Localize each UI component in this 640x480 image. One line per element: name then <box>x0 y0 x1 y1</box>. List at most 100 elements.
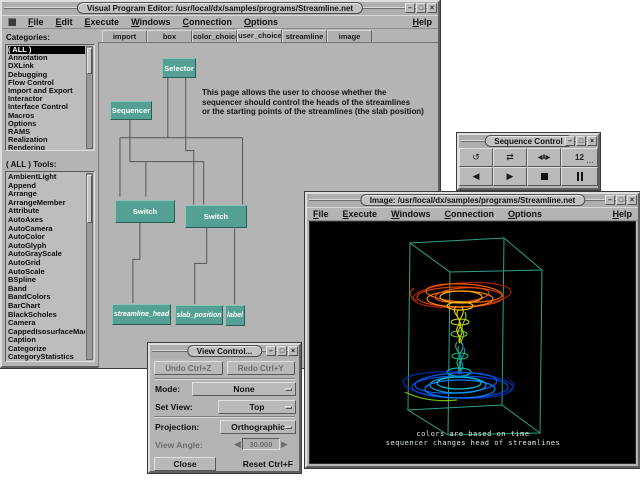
angle-increment-icon[interactable]: ▶ <box>281 438 288 450</box>
category-item[interactable]: Import and Export <box>8 87 85 95</box>
frame-counter-button[interactable]: 12 … <box>561 148 598 167</box>
page-tab[interactable]: color_choice <box>192 30 237 42</box>
tool-item[interactable]: AmbientLight <box>8 173 85 182</box>
tool-item[interactable]: AutoColor <box>8 233 85 242</box>
menu-help[interactable]: Help <box>612 209 632 219</box>
tool-item[interactable]: BandColors <box>8 293 85 302</box>
page-tab[interactable]: image <box>327 30 372 42</box>
category-item[interactable]: DXLink <box>8 62 85 70</box>
close-icon[interactable]: × <box>427 3 437 13</box>
scrollbar-thumb[interactable] <box>87 175 92 223</box>
page-tab[interactable]: user_choice <box>237 29 282 42</box>
tool-item[interactable]: BlackScholes <box>8 311 85 320</box>
tool-item[interactable]: AutoScale <box>8 268 85 277</box>
maximize-icon[interactable]: □ <box>616 195 626 205</box>
close-icon[interactable]: × <box>587 136 597 146</box>
tool-item[interactable]: AutoCamera <box>8 225 85 234</box>
tool-item[interactable]: AutoGlyph <box>8 242 85 251</box>
tool-item[interactable]: BarChart <box>8 302 85 311</box>
category-item[interactable]: Realization <box>8 136 85 144</box>
mode-dropdown[interactable]: None <box>192 382 296 396</box>
view-angle-field[interactable]: 30.000 <box>242 438 280 450</box>
minimize-icon[interactable]: – <box>565 136 575 146</box>
categories-scrollbar[interactable] <box>86 46 93 149</box>
tools-scrollbar[interactable] <box>86 173 93 360</box>
menu-item[interactable]: Connection <box>183 17 233 27</box>
category-item[interactable]: Options <box>8 120 85 128</box>
tool-item[interactable]: Arrange <box>8 190 85 199</box>
node-switch-2[interactable]: Switch <box>185 205 247 228</box>
undo-button[interactable]: Undo Ctrl+Z <box>154 361 223 375</box>
stop-button[interactable] <box>527 167 561 186</box>
page-tab[interactable]: box <box>147 30 192 42</box>
menu-help[interactable]: Help <box>412 17 432 27</box>
maximize-icon[interactable]: □ <box>277 346 287 356</box>
menu-item[interactable]: Connection <box>444 209 494 219</box>
tool-item[interactable]: Caption <box>8 336 85 345</box>
set-view-dropdown[interactable]: Top <box>218 400 296 414</box>
menu-item[interactable]: Windows <box>131 17 170 27</box>
menu-item[interactable]: File <box>28 17 44 27</box>
node-slab-position[interactable]: slab_position <box>175 305 223 325</box>
tool-item[interactable]: Camera <box>8 319 85 328</box>
close-icon[interactable]: × <box>288 346 298 356</box>
sequence-control-titlebar[interactable]: Sequence Control – □ × <box>459 135 598 148</box>
category-item[interactable]: Debugging <box>8 71 85 79</box>
step-back-button[interactable]: ◀ <box>459 167 493 186</box>
menu-item[interactable]: Execute <box>85 17 120 27</box>
tool-item[interactable]: AutoGrayScale <box>8 250 85 259</box>
tool-item[interactable]: AutoGrid <box>8 259 85 268</box>
view-control-titlebar[interactable]: View Control... – □ × <box>150 345 299 358</box>
menu-item[interactable]: Options <box>508 209 542 219</box>
projection-dropdown[interactable]: Orthographic <box>220 420 296 434</box>
category-item[interactable]: Macros <box>8 112 85 120</box>
minimize-icon[interactable]: – <box>266 346 276 356</box>
category-item[interactable]: Rendering <box>8 144 85 151</box>
page-tab[interactable]: streamline <box>282 30 327 42</box>
image-titlebar[interactable]: Image: /usr/local/dx/samples/programs/St… <box>307 194 638 207</box>
angle-decrement-icon[interactable]: ◀ <box>234 438 241 450</box>
tool-item[interactable]: CategoryStatistics <box>8 353 85 362</box>
category-item[interactable]: Annotation <box>8 54 85 62</box>
category-item[interactable]: Flow Control <box>8 79 85 87</box>
tool-item[interactable]: CappedIsosurfaceMac <box>8 328 85 337</box>
page-tab[interactable]: import <box>102 30 147 42</box>
node-selector[interactable]: Selector <box>162 58 196 78</box>
category-item[interactable]: RAMS <box>8 128 85 136</box>
menu-item[interactable]: Options <box>244 17 278 27</box>
step-button[interactable]: ◀‖▶ <box>527 148 561 167</box>
reset-button[interactable]: Reset Ctrl+F <box>243 457 295 471</box>
redo-button[interactable]: Redo Ctrl+Y <box>227 361 296 375</box>
close-icon[interactable]: × <box>627 195 637 205</box>
node-streamline-head[interactable]: streamline_head <box>112 304 171 325</box>
tool-item[interactable]: Append <box>8 182 85 191</box>
maximize-icon[interactable]: □ <box>416 3 426 13</box>
loop-button[interactable]: ↺ <box>459 148 493 167</box>
pause-button[interactable] <box>561 167 598 186</box>
tool-item[interactable]: AutoAxes <box>8 216 85 225</box>
menu-item[interactable]: Windows <box>391 209 430 219</box>
tool-item[interactable]: Categorize <box>8 345 85 354</box>
play-button[interactable]: ▶ <box>493 167 527 186</box>
vpe-titlebar[interactable]: Visual Program Editor: /usr/local/dx/sam… <box>2 2 438 15</box>
close-button[interactable]: Close <box>154 457 216 471</box>
palindrome-button[interactable]: ⇄ <box>493 148 527 167</box>
minimize-icon[interactable]: – <box>605 195 615 205</box>
tool-item[interactable]: BSpline <box>8 276 85 285</box>
tool-item[interactable]: ArrangeMember <box>8 199 85 208</box>
tool-item[interactable]: Band <box>8 285 85 294</box>
tool-item[interactable]: Attribute <box>8 207 85 216</box>
category-item[interactable]: ( ALL ) <box>8 46 85 54</box>
category-item[interactable]: Interface Control <box>8 103 85 111</box>
maximize-icon[interactable]: □ <box>576 136 586 146</box>
category-item[interactable]: Interactor <box>8 95 85 103</box>
image-render-canvas[interactable]: colors are based on time sequencer chang… <box>309 221 636 464</box>
menu-item[interactable]: Execute <box>343 209 378 219</box>
menu-item[interactable]: File <box>313 209 329 219</box>
minimize-icon[interactable]: – <box>405 3 415 13</box>
scrollbar-thumb[interactable] <box>87 48 92 74</box>
menu-item[interactable]: Edit <box>56 17 73 27</box>
node-label-xmit[interactable]: label <box>225 305 245 326</box>
node-switch-1[interactable]: Switch <box>115 200 175 223</box>
node-sequencer[interactable]: Sequencer <box>110 101 152 120</box>
